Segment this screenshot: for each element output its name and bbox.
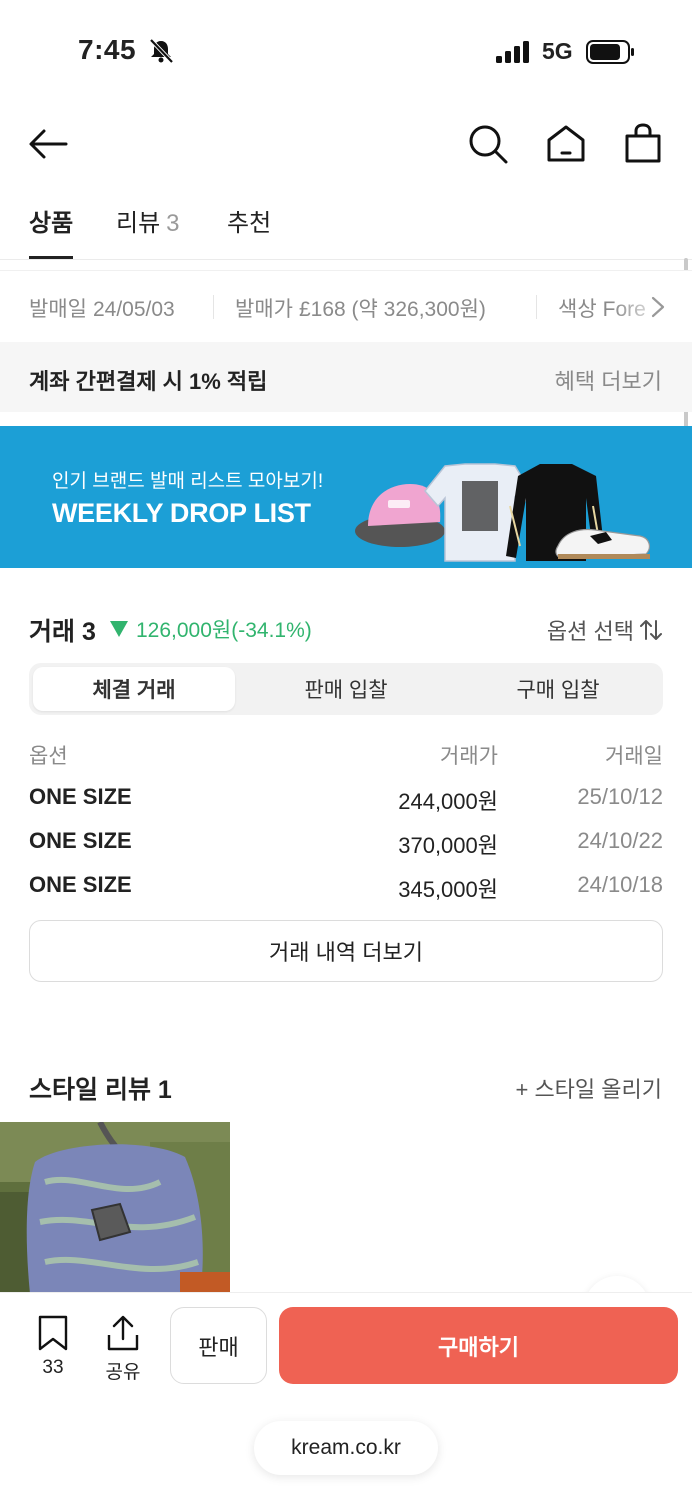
back-button[interactable] [26,122,70,166]
row-date: 25/10/12 [577,784,663,809]
tab-label: 추천 [227,210,272,237]
network-label: 5G [542,38,573,64]
row-price: 370,000원 [398,833,498,858]
trade-title: 거래 3 [29,618,96,646]
table-row: ONE SIZE 244,000원 25/10/12 [29,774,663,818]
product-info-strip: 발매일24/05/03 발매가£168 (약 326,300원) 색상Fore [0,270,692,343]
segment-buy-bids[interactable]: 구매 입찰 [457,667,659,711]
release-value: 24/05/03 [92,298,175,321]
home-icon [547,125,585,162]
table-header: 옵션 거래가 거래일 [29,730,663,774]
signal-icon [496,41,529,63]
banner-product-illustration [355,463,650,562]
option-select-label: 옵션 선택 [546,619,634,644]
shopping-bag-icon [625,123,661,163]
column-option: 옵션 [29,745,68,768]
divider [213,295,214,319]
tab-count: 3 [166,210,180,237]
option-select-button[interactable]: 옵션 선택 [547,614,662,646]
trade-history-more-button[interactable]: 거래 내역 더보기 [29,920,663,982]
tab-label: 상품 [29,210,74,237]
sort-arrows-icon [640,620,662,640]
row-date: 24/10/18 [577,872,663,897]
row-option: ONE SIZE [29,784,132,809]
column-date: 거래일 [605,745,663,768]
bell-muted-icon [149,38,174,64]
search-icon [469,125,508,164]
row-date: 24/10/22 [577,828,663,853]
sell-button[interactable]: 판매 [170,1307,267,1384]
row-price: 345,000원 [398,877,498,902]
style-review-thumbnail[interactable] [0,1122,230,1294]
arrow-left-icon [29,129,68,159]
column-price: 거래가 [440,745,498,768]
product-tabs: 상품 리뷰 3 추천 [0,195,692,260]
tab-label: 리뷰 [116,210,161,237]
benefit-text: 계좌 간편결제 시 1% 적립 [29,369,268,394]
price-change-value: 126,000원(-34.1%) [136,619,312,642]
bookmark-button[interactable]: 33 [28,1315,78,1379]
banner-subtitle: 인기 브랜드 발매 리스트 모아보기! [52,471,324,492]
triangle-down-icon [110,621,128,637]
status-bar: 7:45 5G [0,0,692,100]
color-label: 색상 [558,298,597,321]
status-time: 7:45 [78,34,137,65]
weekly-drop-banner[interactable]: 인기 브랜드 발매 리스트 모아보기! WEEKLY DROP LIST [0,426,692,568]
trade-header: 거래 3 126,000원(-34.1%) 옵션 선택 [0,600,692,650]
style-review-header: 스타일 리뷰 1 + 스타일 올리기 [0,1060,692,1110]
style-upload-link[interactable]: + 스타일 올리기 [515,1072,662,1104]
row-price: 244,000원 [398,789,498,814]
cart-button[interactable] [621,122,665,166]
divider [536,295,537,319]
tab-recommend[interactable]: 추천 [227,203,271,259]
search-button[interactable] [466,122,510,166]
price-change: 126,000원(-34.1%) [110,614,312,644]
banner-title: WEEKLY DROP LIST [52,498,311,528]
row-option: ONE SIZE [29,828,132,853]
segment-completed-trades[interactable]: 체결 거래 [33,667,235,711]
release-price: 발매가 £168 (약 326,300원) [235,293,486,323]
bottom-action-bar: 33 공유 판매 구매하기 kream.co.kr [0,1292,692,1500]
share-button[interactable]: 공유 [98,1315,148,1384]
home-button[interactable] [544,122,588,166]
segment-sell-bids[interactable]: 판매 입찰 [245,667,447,711]
share-label: 공유 [105,1362,141,1383]
price-label: 발매가 [235,298,293,321]
url-bar[interactable]: kream.co.kr [254,1421,438,1475]
release-label: 발매일 [29,298,87,321]
bookmark-count: 33 [42,1357,64,1378]
price-value: £168 (약 326,300원) [298,298,486,321]
buy-button[interactable]: 구매하기 [279,1307,678,1384]
chevron-right-icon[interactable] [650,295,666,319]
table-row: ONE SIZE 370,000원 24/10/22 [29,818,663,862]
tab-product[interactable]: 상품 [29,203,74,259]
battery-icon [586,40,634,64]
trade-segment-control: 체결 거래 판매 입찰 구매 입찰 [29,663,663,715]
style-photo [0,1122,230,1294]
share-icon [107,1315,139,1351]
benefit-more-link[interactable]: 혜택 더보기 [555,364,662,396]
bookmark-icon [38,1315,68,1351]
benefit-row: 계좌 간편결제 시 1% 적립 혜택 더보기 [0,342,692,412]
tab-reviews[interactable]: 리뷰 3 [116,203,180,259]
table-row: ONE SIZE 345,000원 24/10/18 [29,862,663,906]
style-review-title: 스타일 리뷰 1 [29,1076,172,1104]
nav-bar [0,110,692,180]
row-option: ONE SIZE [29,872,132,897]
trade-table: 옵션 거래가 거래일 ONE SIZE 244,000원 25/10/12 ON… [29,730,663,906]
release-date: 발매일 24/05/03 [29,293,175,323]
